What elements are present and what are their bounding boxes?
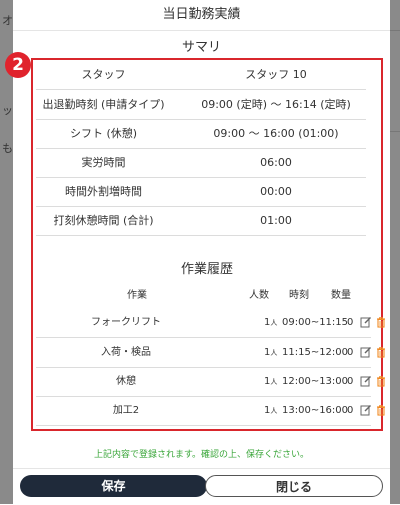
background-text-fragment: オ	[2, 14, 13, 27]
edit-icon[interactable]	[360, 346, 372, 358]
task-name: 休憩	[116, 376, 136, 387]
summary-label: スタッフ	[81, 68, 126, 81]
trash-icon[interactable]	[375, 404, 387, 416]
summary-value: 06:00	[260, 156, 292, 169]
summary-label: 実労時間	[81, 156, 126, 169]
save-button[interactable]: 保存	[20, 475, 207, 497]
background-text-fragment: も	[2, 142, 13, 155]
summary-label: シフト (休憩)	[69, 127, 138, 140]
summary-label: 出退勤時刻 (申請タイプ)	[42, 98, 165, 111]
summary-row-overtime: 時間外割増時間 00:00	[36, 177, 366, 207]
summary-label: 打刻休憩時間 (合計)	[53, 214, 154, 227]
task-name: 加工2	[112, 405, 140, 416]
trash-icon[interactable]	[375, 316, 387, 328]
time-range: 09:00~11:15	[282, 317, 349, 328]
confirmation-note: 上記内容で登録されます。確認の上、保存ください。	[93, 450, 310, 460]
summary-row-clock-times: 出退勤時刻 (申請タイプ) 09:00 (定時) ～ 16:14 (定時)	[36, 90, 366, 120]
background-text-fragment: ッ	[2, 104, 13, 117]
column-header-task: 作業	[127, 290, 147, 301]
work-history-row: 加工2 1人 13:00~16:00 0	[36, 396, 385, 426]
time-range: 13:00~16:00	[282, 405, 349, 416]
summary-row-shift: シフト (休憩) 09:00 ～ 16:00 (01:00)	[36, 119, 366, 149]
quantity: 0	[347, 376, 354, 387]
work-history-row: 休憩 1人 12:00~13:00 0	[36, 367, 385, 397]
task-name: 入荷・検品	[101, 347, 151, 358]
summary-value: 00:00	[260, 185, 292, 198]
people-count: 1人	[264, 405, 278, 416]
column-header-time: 時刻	[289, 290, 309, 301]
summary-label: 時間外割増時間	[65, 185, 142, 198]
daily-work-record-modal: 当日勤務実績 サマリ スタッフ スタッフ 10 出退勤時刻 (申請タイプ) 09…	[13, 0, 390, 504]
quantity: 0	[347, 405, 354, 416]
summary-value: 09:00 ～ 16:00 (01:00)	[213, 127, 339, 140]
edit-icon[interactable]	[360, 375, 372, 387]
task-name: フォークリフト	[91, 317, 161, 328]
column-header-qty: 数量	[331, 290, 351, 301]
quantity: 0	[347, 317, 354, 328]
summary-value: 09:00 (定時) ～ 16:14 (定時)	[201, 98, 351, 111]
trash-icon[interactable]	[375, 346, 387, 358]
summary-title: サマリ	[181, 40, 221, 55]
modal-footer: 保存 閉じる	[13, 468, 390, 505]
time-range: 12:00~13:00	[282, 376, 349, 387]
people-count: 1人	[264, 317, 278, 328]
edit-icon[interactable]	[360, 316, 372, 328]
trash-icon[interactable]	[375, 375, 387, 387]
summary-row-staff: スタッフ スタッフ 10	[36, 60, 366, 90]
quantity: 0	[347, 347, 354, 358]
summary-value: スタッフ 10	[245, 68, 307, 81]
time-range: 11:15~12:00	[282, 347, 349, 358]
column-header-people: 人数	[249, 290, 269, 301]
work-history-title: 作業履歴	[180, 262, 233, 277]
summary-value: 01:00	[260, 214, 292, 227]
callout-number-badge: 2	[5, 52, 31, 78]
work-history-row: 入荷・検品 1人 11:15~12:00 0	[36, 338, 385, 368]
summary-row-actual-hours: 実労時間 06:00	[36, 148, 366, 178]
edit-icon[interactable]	[360, 404, 372, 416]
close-button[interactable]: 閉じる	[205, 475, 383, 497]
people-count: 1人	[264, 376, 278, 387]
people-count: 1人	[264, 347, 278, 358]
modal-title: 当日勤務実績	[13, 0, 390, 31]
summary-row-break-total: 打刻休憩時間 (合計) 01:00	[36, 206, 366, 236]
work-history-row: フォークリフト 1人 09:00~11:15 0	[36, 308, 385, 338]
